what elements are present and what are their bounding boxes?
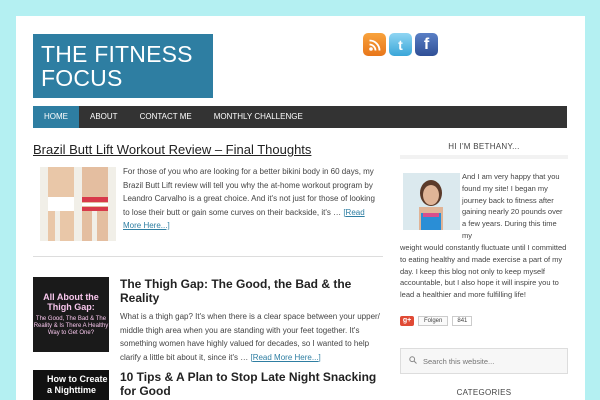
bethany-photo [403, 173, 460, 230]
thumbnail-title: All About the Thigh Gap: [43, 292, 99, 312]
google-plus-count: 841 [452, 316, 473, 326]
post-thumbnail-thigh-gap[interactable]: All About the Thigh Gap: The Good, The B… [33, 277, 109, 352]
about-text-bottom: weight would constantly fluctuate until … [400, 243, 567, 300]
twitter-icon[interactable]: t [389, 33, 412, 56]
main-nav: HOME ABOUT CONTACT ME MONTHLY CHALLENGE [33, 106, 567, 128]
rss-icon[interactable] [363, 33, 386, 56]
nav-item-about[interactable]: ABOUT [79, 106, 129, 128]
post-excerpt-thigh-gap: What is a thigh gap? It's when there is … [120, 310, 380, 364]
post-title-thigh-gap[interactable]: The Thigh Gap: The Good, the Bad & the R… [120, 277, 380, 305]
about-text-top: And I am very happy that you found my si… [462, 172, 563, 240]
thumbnail-title: How to Create a Nighttime [47, 374, 108, 395]
facebook-glyph: f [423, 35, 430, 53]
post-title-late-night-snacking[interactable]: 10 Tips & A Plan to Stop Late Night Snac… [120, 370, 380, 398]
twitter-glyph: t [398, 36, 403, 53]
site-logo[interactable]: THE FITNESS FOCUS [33, 34, 213, 98]
about-widget-title-bar [400, 155, 568, 159]
site-title-line2: FOCUS [41, 65, 123, 91]
about-widget: And I am very happy that you found my si… [400, 169, 568, 299]
google-plus-icon: g+ [400, 316, 414, 326]
social-icons: t f [363, 33, 438, 56]
facebook-icon[interactable]: f [415, 33, 438, 56]
excerpt-text: For those of you who are looking for a b… [123, 167, 375, 217]
post-thumbnail-late-night-snacking[interactable]: How to Create a Nighttime [33, 370, 109, 400]
google-plus-follow: g+ Folgen 841 [400, 316, 473, 326]
categories-widget-title: CATEGORIES [456, 388, 512, 397]
page: THE FITNESS FOCUS t f HOME ABOUT CONTACT… [16, 16, 585, 400]
sidebar: HI I'M BETHANY... And I am very happy th… [400, 142, 568, 397]
main-content: Brazil Butt Lift Workout Review – Final … [33, 142, 383, 247]
post-title-brazil-butt-lift[interactable]: Brazil Butt Lift Workout Review – Final … [33, 142, 383, 157]
post-excerpt-brazil-butt-lift: For those of you who are looking for a b… [123, 165, 379, 233]
nav-item-monthly-challenge[interactable]: MONTHLY CHALLENGE [203, 106, 314, 128]
about-widget-title: HI I'M BETHANY... [448, 142, 520, 151]
search-icon [409, 356, 417, 366]
google-plus-follow-button[interactable]: Folgen [418, 316, 449, 326]
nav-item-home[interactable]: HOME [33, 106, 79, 128]
rss-glyph [368, 39, 380, 51]
bikini-bodies-image [40, 167, 116, 241]
post-brazil-butt-lift: For those of you who are looking for a b… [33, 167, 383, 247]
nav-item-contact[interactable]: CONTACT ME [129, 106, 203, 128]
search-box [400, 348, 568, 374]
search-input[interactable] [423, 356, 553, 366]
bethany-photo-image [403, 173, 460, 230]
thumbnail-subtitle: The Good, The Bad & The Reality & Is The… [33, 316, 109, 336]
search-glyph [409, 356, 417, 364]
post-divider [33, 256, 383, 257]
read-more-link[interactable]: [Read More Here...] [250, 353, 320, 362]
post-thumbnail-brazil-butt-lift[interactable] [40, 167, 116, 241]
site-title-line1: THE FITNESS [41, 41, 193, 67]
